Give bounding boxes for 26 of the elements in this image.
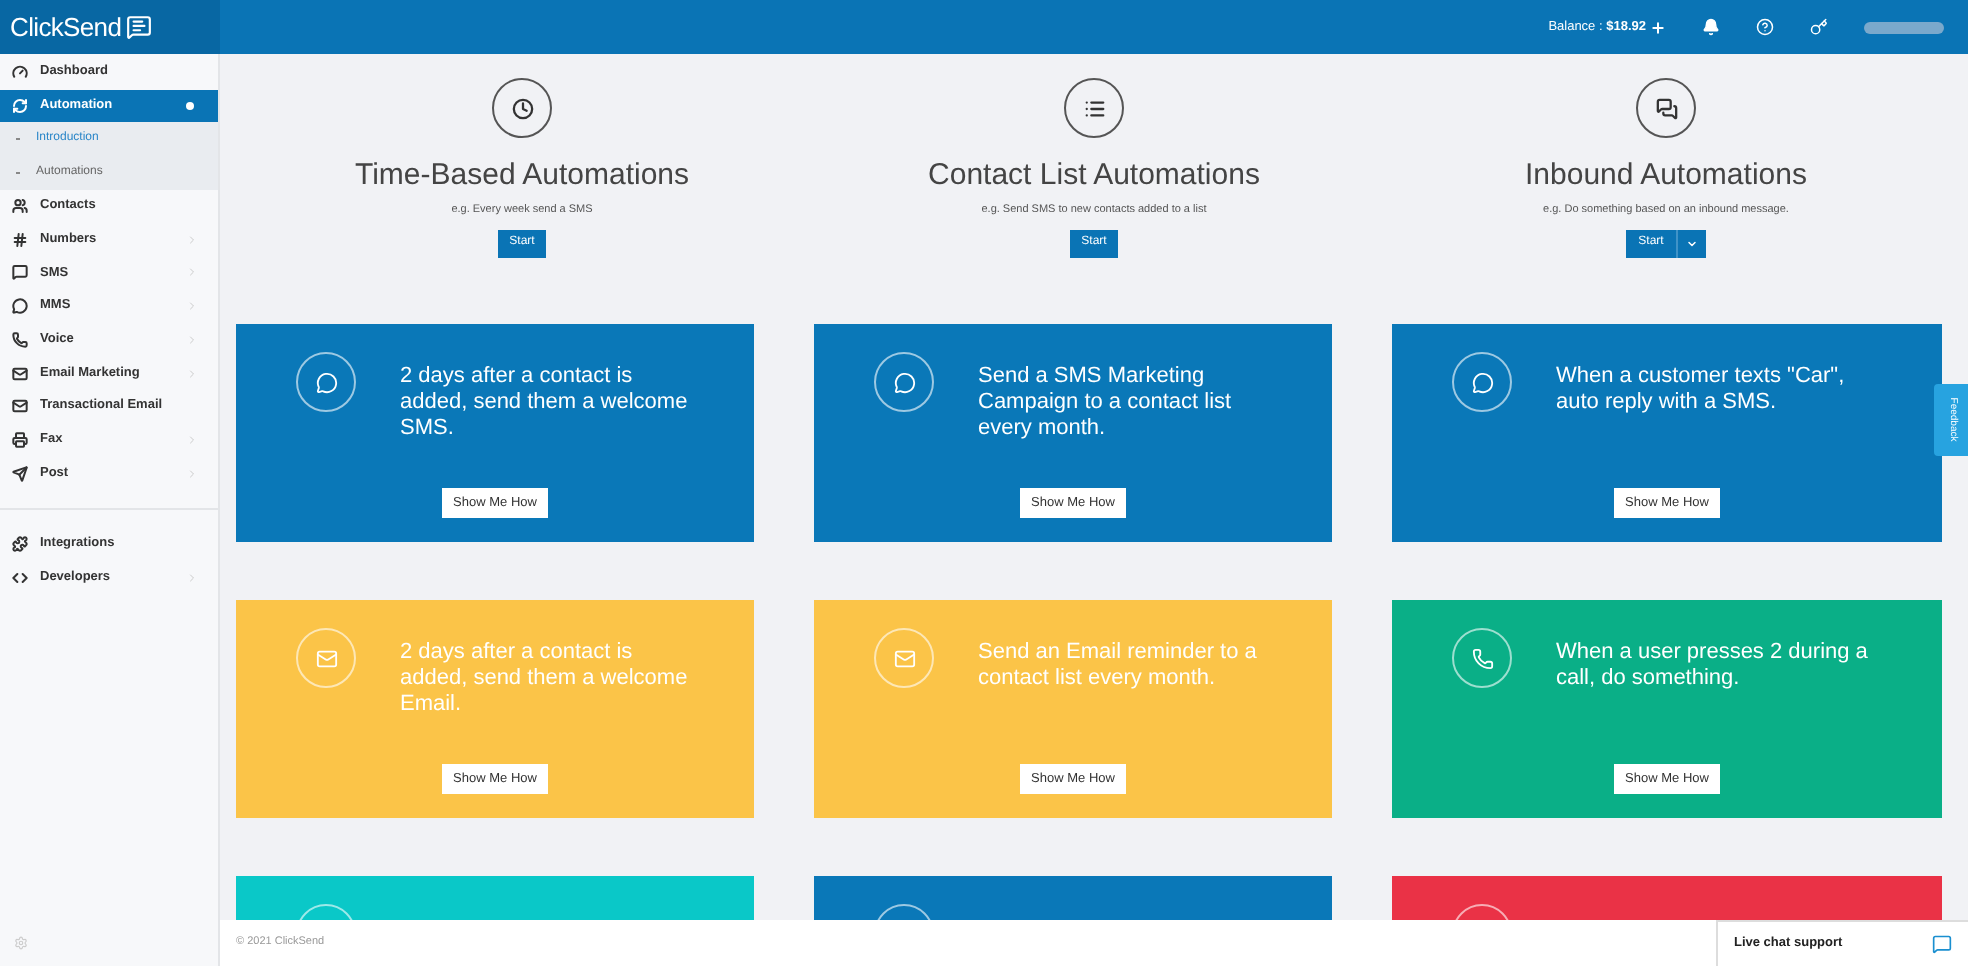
card-icon: [1452, 352, 1512, 412]
automation-icon: [1064, 78, 1124, 138]
card-text: When a user presses 2 during a call, do something.: [1556, 640, 1870, 692]
key-icon[interactable]: [1810, 18, 1828, 36]
automation-title: Contact List Automations: [928, 156, 1260, 196]
dropdown-button[interactable]: [1675, 229, 1706, 258]
card-text: When a customer texts "Car", auto reply with a SMS.: [1556, 364, 1847, 416]
card-icon: [296, 352, 356, 412]
caret-icon: [1685, 237, 1698, 250]
automation-title: Time-Based Automations: [354, 156, 690, 196]
card-icon: [296, 628, 356, 688]
automation-icon: [492, 78, 552, 138]
card-text: Send an Email reminder to a contact list every month.: [978, 640, 1259, 692]
card-icon: [1452, 628, 1512, 688]
card-text: 2 days after a contact is added, send them a welcome SMS.: [400, 364, 690, 442]
logo-icon: [125, 14, 152, 40]
card-text: Send a SMS Marketing Campaign to a contact list every month.: [978, 364, 1234, 442]
chat-icon: [1932, 934, 1952, 954]
card-text: 2 days after a contact is added, send them a welcome Email.: [400, 640, 690, 718]
card-icon: [874, 628, 934, 688]
automation-title: Inbound Automations: [1525, 156, 1807, 196]
help-icon[interactable]: [1756, 18, 1774, 36]
card-icon: [874, 352, 934, 412]
bell-icon[interactable]: [1702, 18, 1720, 36]
automation-icon: [1636, 78, 1696, 138]
add-icon[interactable]: [1650, 19, 1666, 35]
